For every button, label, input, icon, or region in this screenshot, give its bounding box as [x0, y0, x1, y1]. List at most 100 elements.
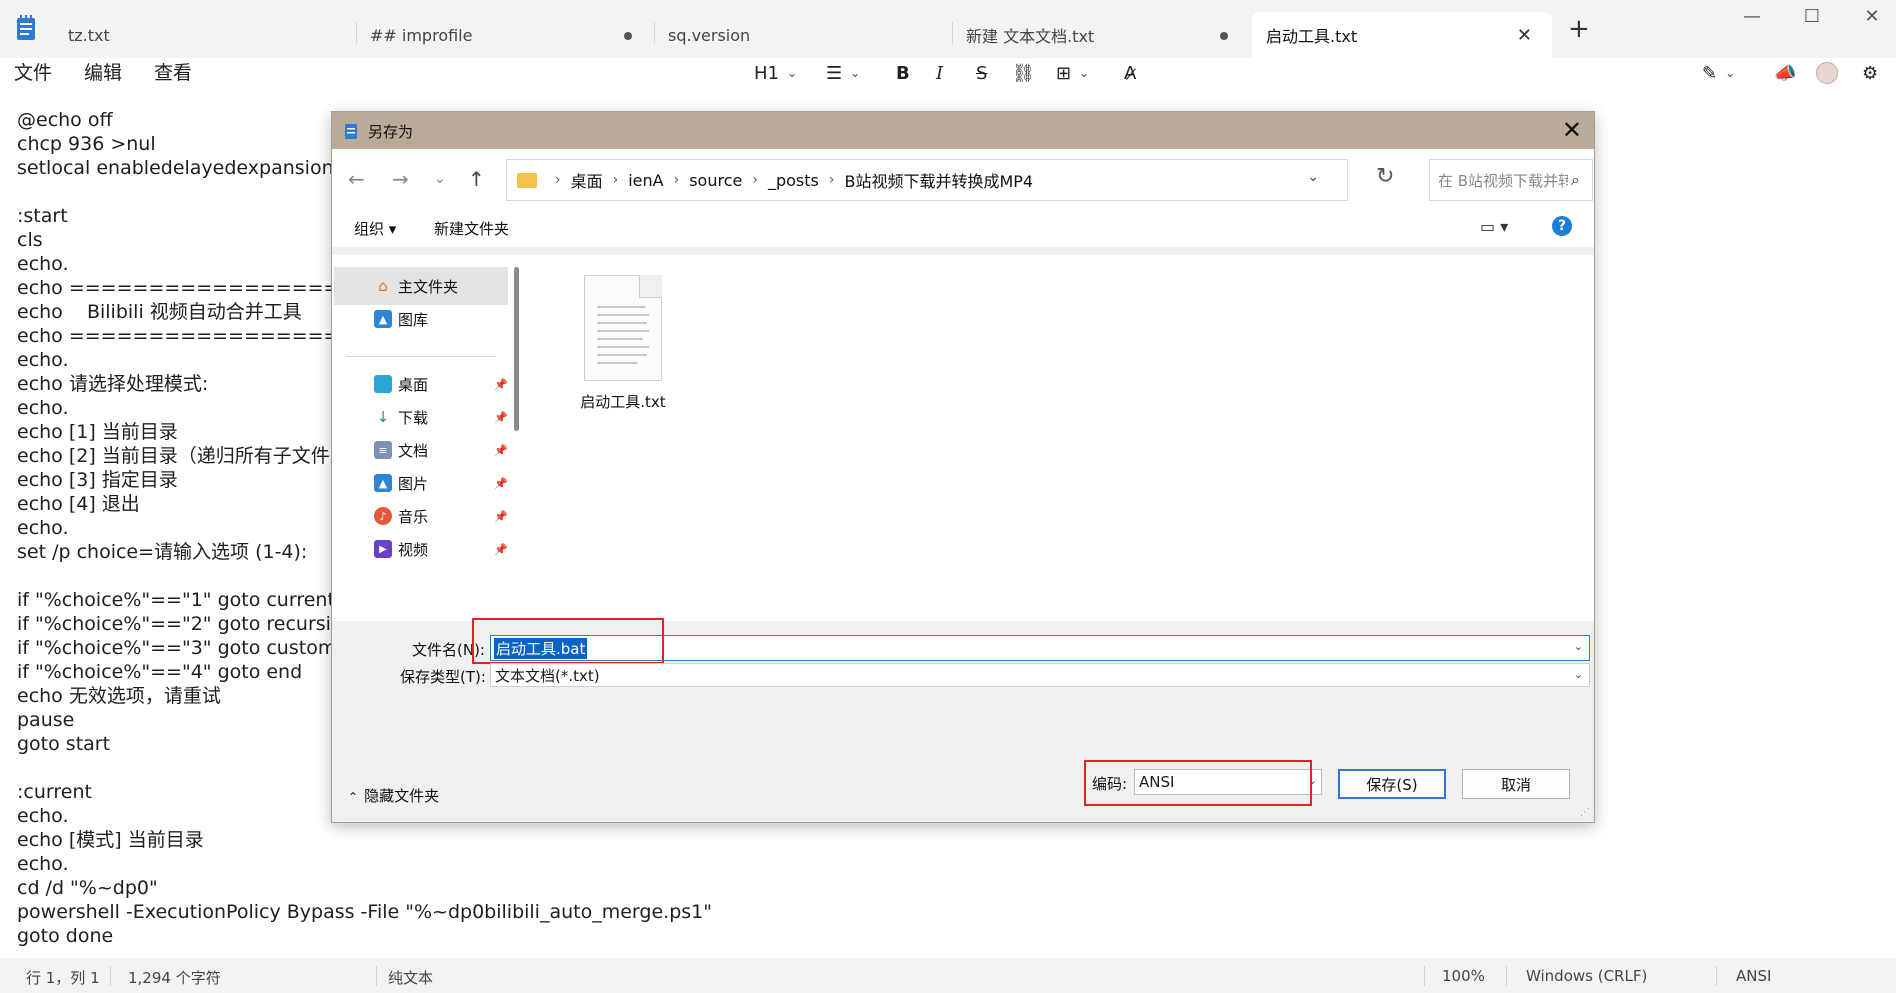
tab-new-text-doc[interactable]: 新建 文本文档.txt [952, 12, 1250, 58]
organize-menu[interactable]: 组织 ▾ [354, 218, 396, 239]
save-button[interactable]: 保存(S) [1338, 769, 1446, 799]
breadcrumb-desktop[interactable]: 桌面 [571, 168, 603, 192]
new-tab-button[interactable]: + [1568, 14, 1590, 44]
command-bar: 组织 ▾ 新建文件夹 ▭ ▾ ? [332, 207, 1594, 247]
new-folder-button[interactable]: 新建文件夹 [434, 218, 509, 239]
editor-line: cd /d "%~dp0" [17, 877, 158, 899]
breadcrumb-source[interactable]: source [689, 171, 742, 190]
chevron-up-icon: ⌃ [348, 790, 359, 804]
nav-item-label: 文档 [398, 441, 429, 460]
window-close-button[interactable]: ✕ [1856, 4, 1888, 28]
tab-label: sq.version [668, 25, 751, 45]
back-arrow-icon[interactable]: ← [348, 167, 365, 191]
list-icon: ☰ [826, 62, 843, 84]
tab-improfile[interactable]: ## improfile [356, 12, 654, 58]
chevron-down-icon[interactable]: ⌄ [1574, 640, 1583, 653]
pictures-icon: ▲ [374, 474, 392, 492]
hide-folders-label: 隐藏文件夹 [364, 787, 440, 805]
resize-grip-icon[interactable]: ⋰ [1580, 807, 1590, 818]
file-item[interactable]: 启动工具.txt [568, 275, 678, 412]
table-dropdown[interactable]: ⊞ ⌄ [1056, 58, 1089, 88]
notepad-icon [345, 124, 357, 139]
tab-launch-tool[interactable]: 启动工具.txt ✕ [1252, 12, 1552, 58]
tab-label: 启动工具.txt [1266, 27, 1358, 46]
heading-dropdown[interactable]: H1 ⌄ [754, 58, 797, 88]
view-options-icon[interactable]: ▭ ▾ [1480, 217, 1508, 236]
pin-icon: 📌 [494, 476, 508, 490]
cursor-position[interactable]: 行 1，列 1 [26, 967, 100, 988]
tab-label: tz.txt [68, 25, 110, 45]
document-icon: ≡ [374, 441, 392, 459]
status-encoding[interactable]: ANSI [1736, 967, 1771, 985]
dialog-title-bar[interactable]: 另存为 ✕ [332, 112, 1594, 149]
status-divider [110, 966, 111, 986]
link-button[interactable]: ⛓ [1012, 58, 1035, 88]
notepad-icon [17, 15, 35, 40]
editor-line: echo [模式] 当前目录 [17, 829, 204, 851]
gallery-icon: ▲ [374, 310, 392, 328]
nav-item-gallery[interactable]: ▲ 图库 [334, 300, 508, 338]
tab-tz[interactable]: tz.txt [54, 12, 354, 58]
nav-item-label: 图库 [398, 310, 429, 329]
dialog-close-button[interactable]: ✕ [1562, 116, 1582, 144]
save-as-dialog: 另存为 ✕ ← → ⌄ ↑ › 桌面 › ienA › source › _po… [331, 111, 1595, 823]
breadcrumb-posts[interactable]: _posts [768, 171, 819, 190]
settings-button[interactable]: ⚙ [1862, 58, 1878, 88]
up-arrow-icon[interactable]: ↑ [468, 167, 485, 191]
filetype-value: 文本文档(*.txt) [495, 666, 600, 685]
tab-bar: tz.txt ## improfile sq.version 新建 文本文档.t… [0, 0, 1896, 58]
help-icon[interactable]: ? [1552, 216, 1572, 236]
breadcrumb-current-folder[interactable]: B站视频下载并转换成MP4 [844, 168, 1033, 192]
strikethrough-button[interactable]: S [976, 58, 987, 88]
pin-icon: 📌 [494, 410, 508, 424]
nav-item-label: 下载 [398, 408, 429, 427]
minimize-button[interactable]: — [1736, 4, 1768, 28]
chevron-down-icon[interactable]: ⌄ [1307, 169, 1319, 185]
breadcrumb-iena[interactable]: ienA [628, 171, 663, 190]
chevron-down-icon: ⌄ [1725, 66, 1736, 80]
copilot-dropdown[interactable]: ✎ ⌄ [1702, 58, 1735, 88]
menu-view[interactable]: 查看 [154, 58, 192, 85]
list-dropdown[interactable]: ☰ ⌄ [826, 58, 860, 88]
nav-item-videos[interactable]: ▶ 视频 📌 [334, 530, 508, 568]
clear-format-button[interactable]: A̷ [1124, 58, 1136, 88]
recent-locations-chevron-icon[interactable]: ⌄ [434, 171, 446, 187]
address-bar[interactable]: › 桌面 › ienA › source › _posts › B站视频下载并转… [506, 159, 1348, 201]
heading-label: H1 [754, 62, 779, 84]
filetype-select[interactable]: 文本文档(*.txt) ⌄ [490, 663, 1590, 687]
close-tab-icon[interactable]: ✕ [1517, 25, 1532, 46]
zoom-level[interactable]: 100% [1442, 967, 1485, 985]
cancel-button[interactable]: 取消 [1462, 769, 1570, 799]
text-file-icon [584, 275, 662, 381]
hide-folders-toggle[interactable]: ⌃ 隐藏文件夹 [348, 785, 439, 806]
account-button[interactable] [1816, 58, 1838, 88]
status-divider [1716, 966, 1717, 986]
tab-sq-version[interactable]: sq.version [654, 12, 952, 58]
announcements-button[interactable]: 📣 [1774, 58, 1796, 88]
menu-file[interactable]: 文件 [14, 58, 52, 85]
refresh-icon[interactable]: ↻ [1376, 164, 1394, 189]
line-ending[interactable]: Windows (CRLF) [1526, 967, 1647, 985]
italic-button[interactable]: I [936, 58, 943, 88]
file-format[interactable]: 纯文本 [388, 967, 433, 988]
strikethrough-icon: S [976, 62, 988, 84]
nav-item-label: 桌面 [398, 375, 429, 394]
editor-line: goto done [17, 925, 114, 947]
navigation-row: ← → ⌄ ↑ › 桌面 › ienA › source › _posts › … [332, 149, 1594, 207]
menu-edit[interactable]: 编辑 [84, 58, 122, 85]
bold-button[interactable]: B [896, 58, 910, 88]
maximize-button[interactable]: ☐ [1796, 4, 1828, 28]
unsaved-dot-icon [624, 32, 632, 40]
status-bar: 行 1，列 1 1,294 个字符 纯文本 100% Windows (CRLF… [0, 958, 1896, 993]
forward-arrow-icon[interactable]: → [392, 167, 409, 191]
bold-icon: B [896, 62, 910, 84]
table-icon: ⊞ [1056, 62, 1072, 84]
search-input[interactable]: 在 B站视频下载并转换成M... ⌕ [1429, 159, 1593, 201]
dialog-title: 另存为 [368, 123, 414, 141]
nav-scrollbar[interactable] [514, 267, 519, 431]
video-icon: ▶ [374, 540, 392, 558]
tab-label: ## improfile [370, 25, 473, 45]
breadcrumb-separator: › [555, 172, 561, 188]
status-divider [1424, 966, 1425, 986]
desktop-icon [374, 375, 392, 393]
